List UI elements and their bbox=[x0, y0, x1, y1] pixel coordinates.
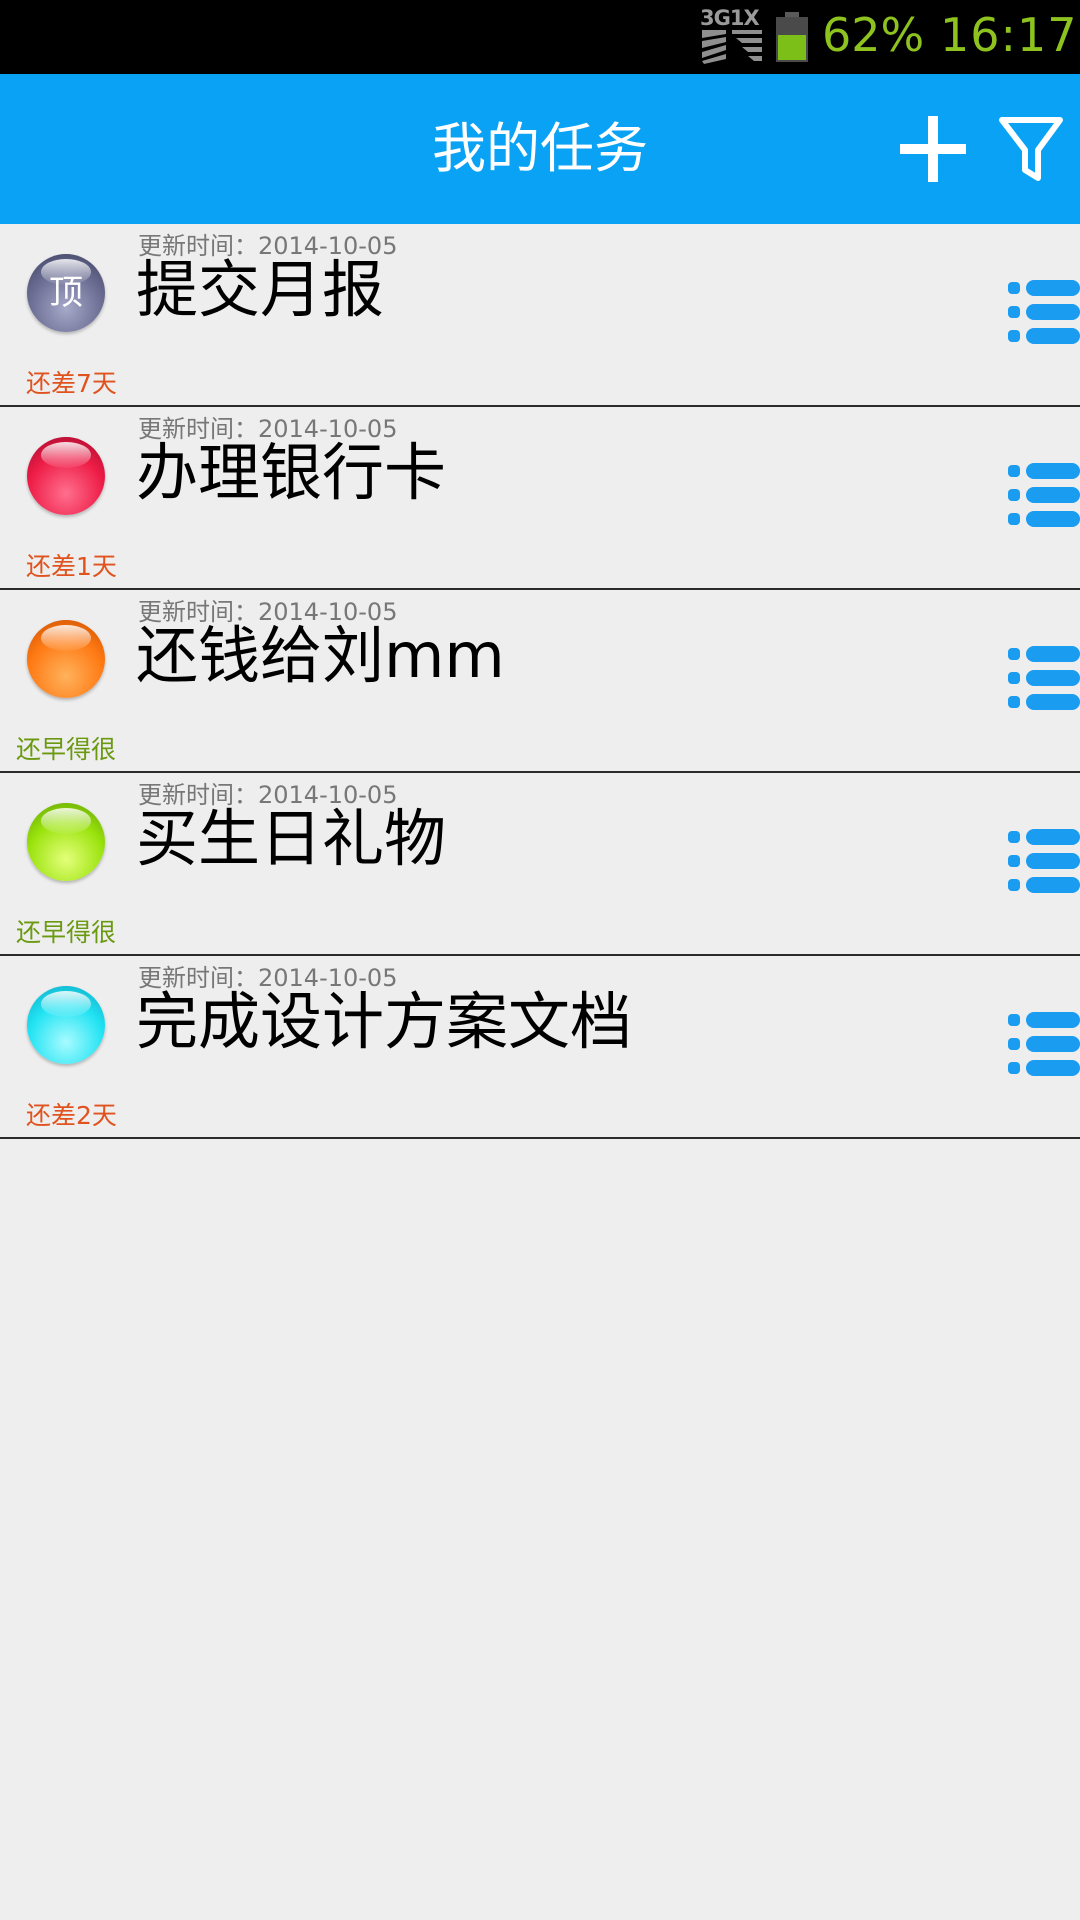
battery-level bbox=[778, 34, 806, 60]
priority-orb-icon: 顶 bbox=[27, 254, 105, 332]
battery-icon bbox=[776, 12, 808, 62]
task-status: 还早得很 bbox=[16, 918, 117, 947]
pin-top-label: 顶 bbox=[49, 273, 83, 313]
list-menu-icon[interactable] bbox=[1006, 459, 1080, 531]
task-status: 还差2天 bbox=[26, 1101, 117, 1130]
priority-orb-icon bbox=[27, 620, 105, 698]
task-title: 还钱给刘mm bbox=[136, 619, 505, 692]
task-status: 还差1天 bbox=[26, 552, 117, 581]
network-signal-icon: 3G1X bbox=[700, 6, 764, 64]
network-label: 3G1X bbox=[700, 6, 760, 30]
task-list: 顶 更新时间：2014-10-05 提交月报 还差7天 更新时间：2014-10… bbox=[0, 224, 1080, 1139]
priority-orb-icon bbox=[27, 437, 105, 515]
task-item[interactable]: 顶 更新时间：2014-10-05 提交月报 还差7天 bbox=[0, 224, 1080, 407]
priority-orb-icon bbox=[27, 986, 105, 1064]
clock: 16:17 bbox=[940, 8, 1078, 62]
task-title: 买生日礼物 bbox=[136, 802, 447, 875]
list-menu-icon[interactable] bbox=[1006, 642, 1080, 714]
battery-percent: 62% bbox=[822, 8, 925, 62]
title-bar: 我的任务 bbox=[0, 74, 1080, 224]
list-menu-icon[interactable] bbox=[1006, 1008, 1080, 1080]
task-title: 提交月报 bbox=[136, 253, 385, 326]
task-item[interactable]: 更新时间：2014-10-05 办理银行卡 还差1天 bbox=[0, 407, 1080, 590]
task-status: 还早得很 bbox=[16, 735, 117, 764]
task-item[interactable]: 更新时间：2014-10-05 还钱给刘mm 还早得很 bbox=[0, 590, 1080, 773]
task-item[interactable]: 更新时间：2014-10-05 完成设计方案文档 还差2天 bbox=[0, 956, 1080, 1139]
task-status: 还差7天 bbox=[26, 369, 117, 398]
signal-bars-icon bbox=[702, 30, 762, 64]
plus-icon[interactable] bbox=[896, 112, 970, 186]
task-title: 办理银行卡 bbox=[136, 436, 447, 509]
list-menu-icon[interactable] bbox=[1006, 276, 1080, 348]
status-bar: 3G1X 62% 16:17 bbox=[0, 0, 1080, 74]
task-item[interactable]: 更新时间：2014-10-05 买生日礼物 还早得很 bbox=[0, 773, 1080, 956]
priority-orb-icon bbox=[27, 803, 105, 881]
filter-icon[interactable] bbox=[998, 114, 1064, 186]
task-title: 完成设计方案文档 bbox=[136, 985, 633, 1058]
list-menu-icon[interactable] bbox=[1006, 825, 1080, 897]
